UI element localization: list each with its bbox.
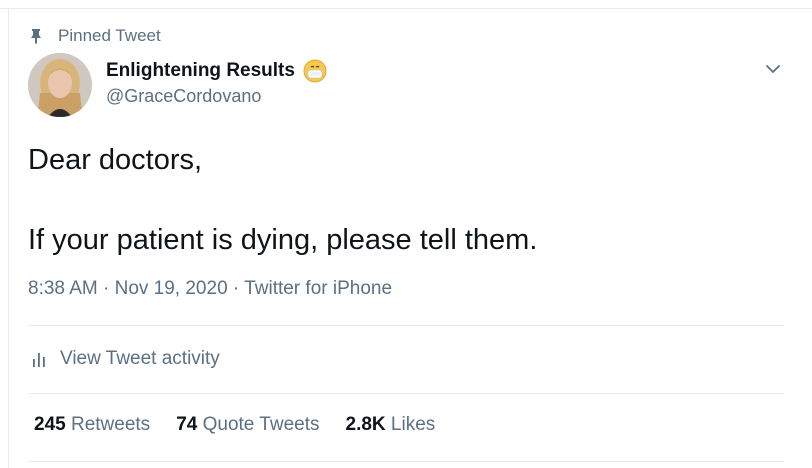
bar-chart-icon (32, 349, 48, 369)
avatar[interactable] (28, 53, 92, 117)
quote-tweets-count: 74 (176, 414, 198, 435)
quote-tweets-label: Quote Tweets (202, 414, 320, 435)
retweets-count: 245 (34, 414, 66, 435)
pinned-tweet-indicator: Pinned Tweet (28, 25, 161, 47)
retweets-label: Retweets (70, 414, 151, 435)
tweet-meta: 8:38 AM · Nov 19, 2020 · Twitter for iPh… (28, 278, 392, 300)
divider (28, 393, 784, 394)
view-tweet-activity-label[interactable]: View Tweet activity (60, 348, 220, 370)
author-name-row[interactable]: Enlightening Results (106, 58, 327, 84)
more-options-chevron-down-icon[interactable] (762, 58, 784, 80)
tweet-card: Pinned Tweet Enlightening Results @Grace… (0, 0, 812, 468)
tweet-source[interactable]: Twitter for iPhone (244, 278, 392, 299)
likes-stat[interactable]: 2.8K Likes (346, 414, 436, 436)
meta-separator: · (227, 278, 245, 299)
face-with-medical-mask-icon (303, 59, 327, 83)
author-handle[interactable]: @GraceCordovano (106, 86, 261, 107)
meta-separator: · (97, 278, 115, 299)
tweet-date[interactable]: Nov 19, 2020 (115, 278, 228, 299)
tweet-stats: 245 Retweets 74 Quote Tweets 2.8K Likes (34, 414, 461, 436)
tweet-time[interactable]: 8:38 AM (28, 278, 98, 299)
view-tweet-activity-link[interactable]: View Tweet activity (32, 346, 220, 372)
quote-tweets-stat[interactable]: 74 Quote Tweets (176, 414, 319, 436)
likes-label: Likes (390, 414, 436, 435)
retweets-stat[interactable]: 245 Retweets (34, 414, 150, 436)
author-display-name[interactable]: Enlightening Results (106, 60, 295, 82)
top-border (0, 8, 812, 9)
divider (28, 461, 784, 462)
tweet-text: Dear doctors, If your patient is dying, … (28, 144, 538, 256)
pin-icon (28, 26, 44, 46)
divider (28, 325, 784, 326)
left-border (8, 8, 9, 468)
likes-count: 2.8K (345, 414, 386, 435)
pinned-label: Pinned Tweet (58, 26, 161, 45)
